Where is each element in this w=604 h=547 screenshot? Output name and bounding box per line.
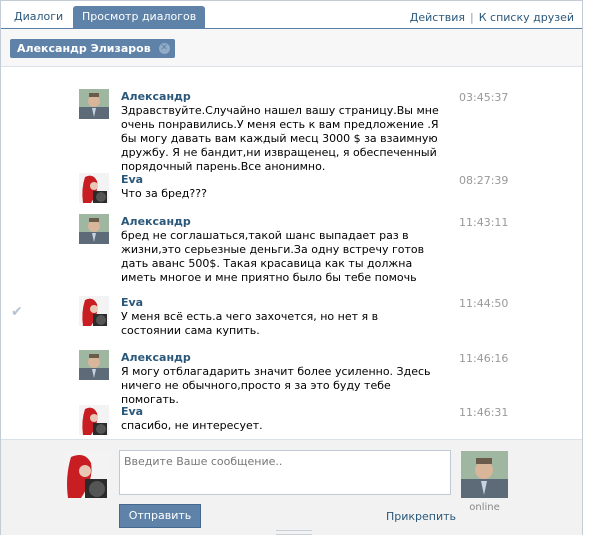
- top-links: Действия | К списку друзей: [410, 11, 574, 24]
- message-author[interactable]: Александр: [121, 215, 191, 228]
- avatar-eva[interactable]: [79, 173, 109, 203]
- avatar-alexander[interactable]: [79, 350, 109, 380]
- message-text: Здравствуйте.Случайно нашел вашу страниц…: [121, 104, 439, 173]
- message-time: 11:46:31: [459, 406, 509, 419]
- avatar-eva[interactable]: [79, 296, 109, 326]
- message-author[interactable]: Александр: [121, 351, 191, 364]
- my-avatar[interactable]: [63, 451, 110, 498]
- avatar-alexander[interactable]: [79, 89, 109, 119]
- tab-view-dialogs[interactable]: Просмотр диалогов: [73, 6, 206, 28]
- message-time: 11:46:16: [459, 352, 509, 365]
- message-time: 11:43:11: [459, 216, 509, 229]
- tab-bar: Диалоги Просмотр диалогов Действия | К спи…: [1, 1, 582, 29]
- message-author[interactable]: Eva: [121, 405, 143, 418]
- message-text: спасибо, не интересует.: [121, 419, 263, 432]
- avatar-eva[interactable]: [79, 405, 109, 435]
- message-author[interactable]: Eva: [121, 173, 143, 186]
- message-author[interactable]: Александр: [121, 90, 191, 103]
- message-text: У меня всё есть.а чего захочется, но нет…: [121, 310, 379, 337]
- message-time: 03:45:37: [459, 91, 509, 104]
- message-time: 08:27:39: [459, 174, 509, 187]
- recipient-chip[interactable]: Александр Элизаров ✕: [10, 39, 175, 58]
- recipient-bar: Александр Элизаров ✕: [1, 29, 582, 67]
- actions-link[interactable]: Действия: [410, 11, 465, 24]
- message-author[interactable]: Eva: [121, 296, 143, 309]
- message-text: Что за бред???: [121, 187, 207, 200]
- message-time: 11:44:50: [459, 297, 509, 310]
- tab-dialogs[interactable]: Диалоги: [5, 6, 72, 28]
- compose-area: Введите Ваше сообщение.. Отправить Прикр…: [1, 439, 582, 535]
- message-input[interactable]: Введите Ваше сообщение..: [119, 450, 451, 495]
- peer-avatar[interactable]: [461, 451, 508, 498]
- message-text: Я могу отблагадарить значит более усилен…: [121, 365, 431, 406]
- send-button[interactable]: Отправить: [119, 504, 201, 528]
- resize-grip[interactable]: [276, 530, 312, 535]
- message-text: бред не соглашаться,такой шанс выпадает …: [121, 229, 425, 284]
- avatar-alexander[interactable]: [79, 214, 109, 244]
- dialog-window: Диалоги Просмотр диалогов Действия | К спи…: [0, 0, 583, 535]
- close-icon[interactable]: ✕: [158, 43, 170, 54]
- checkmark-icon: ✔: [11, 304, 23, 320]
- message-list[interactable]: Александр Здравствуйте.Случайно нашел ва…: [1, 67, 582, 439]
- recipient-name: Александр Элизаров: [17, 42, 151, 55]
- friends-list-link[interactable]: К списку друзей: [479, 11, 574, 24]
- link-separator: |: [470, 11, 474, 24]
- attach-link[interactable]: Прикрепить: [386, 510, 456, 523]
- online-status: online: [469, 502, 500, 513]
